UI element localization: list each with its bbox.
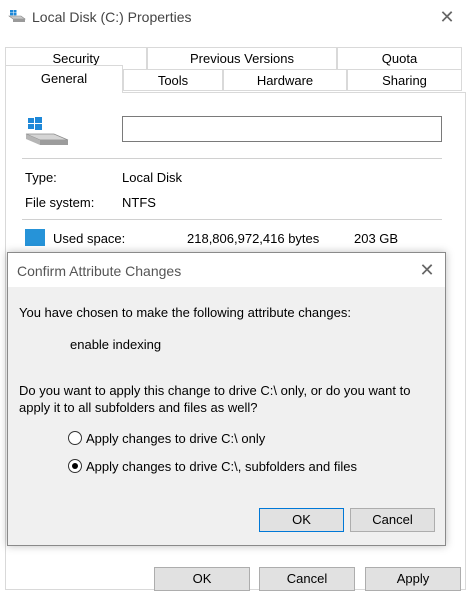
dialog-question-line-2: apply it to all subfolders and files as … — [19, 400, 258, 415]
separator — [22, 158, 442, 159]
radio-drive-subfolders-files[interactable] — [68, 459, 82, 473]
tab-hardware[interactable]: Hardware — [223, 69, 347, 91]
type-value: Local Disk — [122, 170, 182, 185]
file-system-label: File system: — [25, 195, 95, 210]
cancel-button[interactable]: Cancel — [259, 567, 355, 591]
window-titlebar: Local Disk (C:) Properties ✕ — [0, 0, 471, 34]
volume-name-input[interactable] — [122, 116, 442, 142]
used-space-bytes: 218,806,972,416 bytes — [187, 231, 320, 246]
window-title: Local Disk (C:) Properties — [32, 9, 192, 25]
attribute-change-text: enable indexing — [70, 337, 162, 352]
confirm-attribute-changes-dialog: Confirm Attribute Changes ✕ You have cho… — [7, 252, 446, 546]
used-space-size: 203 GB — [354, 231, 399, 246]
local-disk-icon — [25, 117, 69, 145]
separator — [22, 219, 442, 220]
tab-general[interactable]: General — [5, 65, 123, 93]
apply-button[interactable]: Apply — [365, 567, 461, 591]
radio-drive-only[interactable] — [68, 431, 82, 445]
radio-drive-subfolders-files-label[interactable]: Apply changes to drive C:\, subfolders a… — [86, 459, 357, 474]
window-close-button[interactable]: ✕ — [434, 4, 460, 30]
dialog-intro-text: You have chosen to make the following at… — [19, 305, 351, 320]
file-system-value: NTFS — [122, 195, 156, 210]
tab-quota[interactable]: Quota — [337, 47, 462, 69]
ok-button[interactable]: OK — [154, 567, 250, 591]
tab-previous-versions[interactable]: Previous Versions — [147, 47, 337, 69]
dialog-close-button[interactable]: ✕ — [414, 257, 440, 283]
used-space-swatch — [25, 229, 45, 246]
dialog-question-line-1: Do you want to apply this change to driv… — [19, 383, 411, 398]
dialog-ok-button[interactable]: OK — [259, 508, 344, 532]
dialog-title: Confirm Attribute Changes — [17, 263, 182, 279]
radio-selected-dot — [72, 463, 78, 469]
dialog-cancel-button[interactable]: Cancel — [350, 508, 435, 532]
tab-tools[interactable]: Tools — [123, 69, 223, 91]
dialog-titlebar: Confirm Attribute Changes ✕ — [8, 253, 445, 287]
used-space-label: Used space: — [53, 231, 126, 246]
radio-drive-only-label[interactable]: Apply changes to drive C:\ only — [86, 431, 265, 446]
drive-icon — [8, 10, 26, 22]
type-label: Type: — [25, 170, 57, 185]
tab-sharing[interactable]: Sharing — [347, 69, 462, 91]
